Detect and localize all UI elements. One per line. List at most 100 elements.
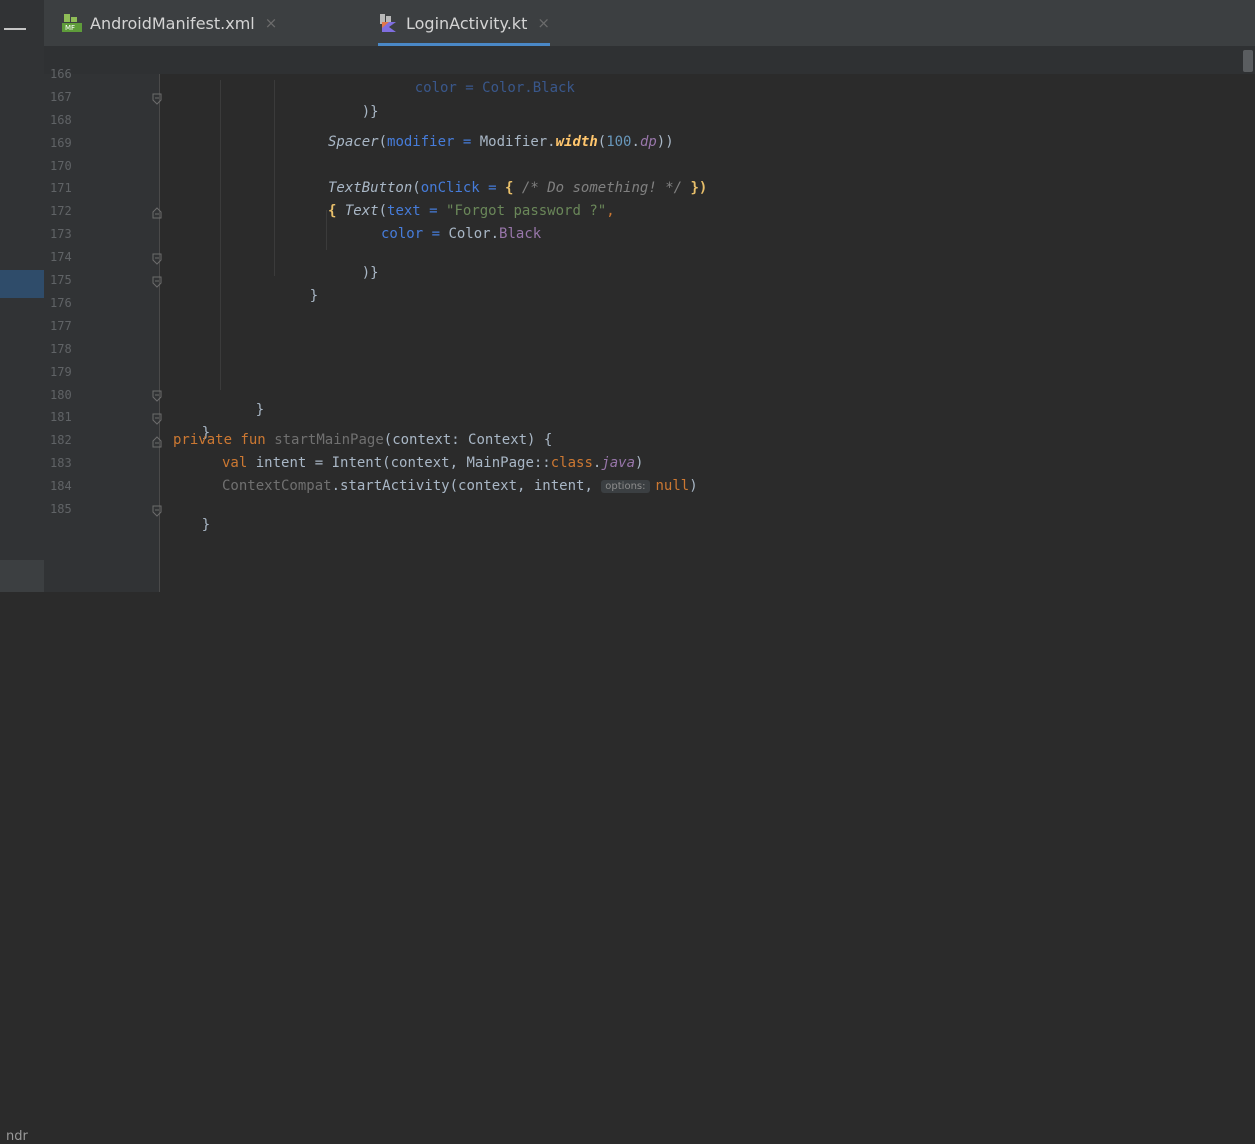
ide-window: ndr MF AndroidManifest.xml × LoginActivi… — [0, 0, 1255, 1144]
code-token: Modifier. — [479, 134, 556, 150]
fold-start-icon[interactable] — [152, 207, 162, 219]
code-token: ) — [635, 455, 644, 471]
code-line[interactable]: Spacer(modifier = Modifier.width(100.dp)… — [328, 134, 674, 150]
code-line[interactable]: { Text(text = "Forgot password ?", — [328, 203, 615, 219]
code-line[interactable]: color = Color.Black — [381, 226, 541, 242]
code-line[interactable]: } — [276, 272, 318, 320]
code-token: Black — [499, 226, 542, 242]
indent-guide — [326, 210, 327, 250]
code-token: ) — [689, 478, 698, 494]
line-number: 182 — [50, 433, 72, 447]
code-token: . — [631, 134, 640, 150]
code-token: fun — [240, 432, 266, 448]
code-line[interactable]: } — [168, 501, 210, 549]
code-line[interactable]: )} — [328, 88, 379, 136]
indent-guide — [274, 80, 275, 276]
code-token: ( — [378, 203, 388, 219]
manifest-file-icon: MF — [62, 14, 82, 32]
line-number: 171 — [50, 181, 72, 195]
code-token: Text — [344, 203, 379, 219]
tool-window-strip: ndr — [0, 0, 44, 1144]
code-token: .startActivity(context, intent, — [331, 478, 602, 494]
code-token: { — [328, 203, 345, 219]
code-token: ( — [412, 180, 421, 196]
code-token: } — [255, 402, 265, 418]
code-token: = — [423, 226, 449, 242]
code-token: dp — [639, 134, 657, 150]
line-number: 169 — [50, 136, 72, 150]
fold-end-icon[interactable] — [152, 413, 162, 425]
tab-android-manifest[interactable]: MF AndroidManifest.xml × — [62, 0, 277, 46]
code-token: /* Do something! */ — [513, 180, 691, 196]
line-number: 168 — [50, 113, 72, 127]
bottom-tool-tab[interactable]: ndr — [0, 560, 44, 1144]
line-number: 174 — [50, 250, 72, 264]
line-number: 180 — [50, 388, 72, 402]
code-token: }) — [690, 180, 708, 196]
code-line[interactable]: private fun startMainPage(context: Conte… — [173, 432, 552, 448]
code-token: (context: Context) { — [383, 432, 553, 448]
indent-guide — [220, 80, 221, 390]
code-token: = — [479, 180, 506, 196]
code-token: ( — [597, 134, 607, 150]
svg-text:MF: MF — [65, 24, 75, 32]
tab-label: AndroidManifest.xml — [90, 13, 255, 33]
fold-end-icon[interactable] — [152, 276, 162, 288]
code-token: } — [201, 517, 211, 533]
code-token: modifier — [387, 134, 455, 150]
code-line[interactable]: color = Color.Black — [381, 64, 575, 112]
line-number: 172 — [50, 204, 72, 218]
code-token: = — [420, 203, 447, 219]
code-token: TextButton — [328, 180, 413, 196]
code-token: )} — [361, 104, 379, 120]
close-tab-icon[interactable]: × — [537, 14, 550, 32]
code-token: java — [601, 455, 636, 471]
fold-end-icon[interactable] — [152, 390, 162, 402]
line-number: 178 — [50, 342, 72, 356]
line-number: 176 — [50, 296, 72, 310]
code-token: text — [387, 203, 421, 219]
code-token: intent = Intent(context, MainPage:: — [247, 455, 551, 471]
code-token: null — [655, 478, 690, 494]
code-line[interactable]: } — [222, 386, 264, 434]
code-token: , — [606, 203, 615, 219]
code-token: ( — [378, 134, 388, 150]
tab-login-activity[interactable]: LoginActivity.kt × — [378, 0, 550, 46]
parameter-hint: options: — [601, 480, 650, 493]
fold-start-icon[interactable] — [152, 436, 162, 448]
line-number: 179 — [50, 365, 72, 379]
code-token: private — [173, 432, 233, 448]
line-number: 177 — [50, 319, 72, 333]
current-line-marker — [0, 270, 44, 298]
line-number: 170 — [50, 159, 72, 173]
code-line[interactable]: val intent = Intent(context, MainPage::c… — [222, 455, 643, 471]
line-number: 184 — [50, 479, 72, 493]
editor-tab-bar: MF AndroidManifest.xml × LoginActivity.k… — [44, 0, 1255, 46]
code-token: width — [555, 134, 598, 150]
fold-end-icon[interactable] — [152, 93, 162, 105]
code-line[interactable]: TextButton(onClick = { /* Do something! … — [328, 180, 707, 196]
editor-breadcrumb-bar — [44, 46, 1255, 74]
code-line[interactable]: )} — [328, 249, 379, 297]
line-number: 181 — [50, 410, 72, 424]
code-token: 100 — [606, 134, 632, 150]
tool-tab-label: ndr — [6, 1129, 28, 1144]
code-token: val — [222, 455, 248, 471]
line-number: 166 — [50, 67, 72, 81]
collapse-icon[interactable] — [4, 28, 26, 30]
code-line[interactable]: ContextCompat.startActivity(context, int… — [222, 478, 698, 494]
code-token: )} — [361, 265, 379, 281]
line-number: 175 — [50, 273, 72, 287]
code-token: class — [550, 455, 593, 471]
code-token: Spacer — [328, 134, 379, 150]
fold-end-icon[interactable] — [152, 505, 162, 517]
code-token: } — [309, 288, 319, 304]
fold-end-icon[interactable] — [152, 253, 162, 265]
line-number: 183 — [50, 456, 72, 470]
kotlin-file-icon — [378, 14, 398, 32]
scrollbar-thumb[interactable] — [1243, 50, 1253, 72]
code-token: Color. — [448, 226, 500, 242]
close-tab-icon[interactable]: × — [265, 14, 278, 32]
code-token: = — [454, 134, 480, 150]
line-number: 173 — [50, 227, 72, 241]
